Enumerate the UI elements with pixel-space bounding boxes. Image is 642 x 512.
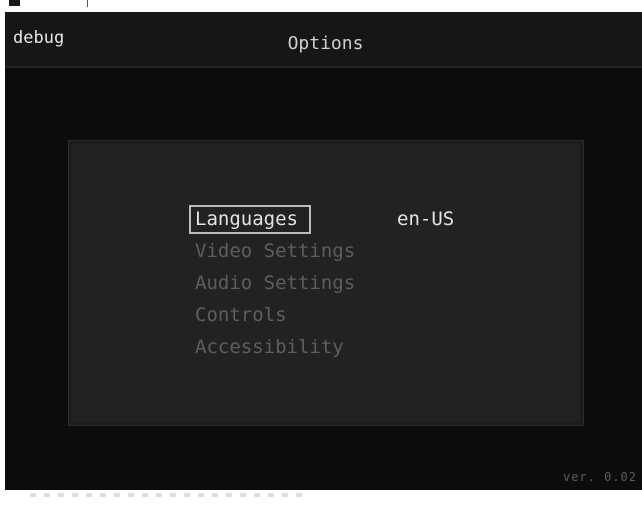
options-menu-panel: Languages Video Settings Audio Settings … bbox=[68, 140, 584, 426]
header-bar: debug Options bbox=[5, 12, 642, 68]
window-app-icon bbox=[9, 0, 20, 6]
menu-item-accessibility[interactable]: Accessibility bbox=[195, 335, 344, 359]
screen: debug Options Languages Video Settings A… bbox=[0, 0, 642, 512]
page-title: Options bbox=[287, 33, 364, 54]
language-value[interactable]: en-US bbox=[397, 207, 454, 231]
menu-item-languages[interactable]: Languages bbox=[195, 207, 298, 231]
menu-item-audio-settings[interactable]: Audio Settings bbox=[195, 271, 355, 295]
version-label: ver. 0.02 bbox=[562, 470, 637, 484]
bottom-edge-marks bbox=[30, 493, 310, 497]
window-divider bbox=[87, 0, 88, 7]
menu-item-video-settings[interactable]: Video Settings bbox=[195, 239, 355, 263]
menu-item-controls[interactable]: Controls bbox=[195, 303, 287, 327]
game-viewport[interactable]: debug Options Languages Video Settings A… bbox=[5, 12, 642, 490]
